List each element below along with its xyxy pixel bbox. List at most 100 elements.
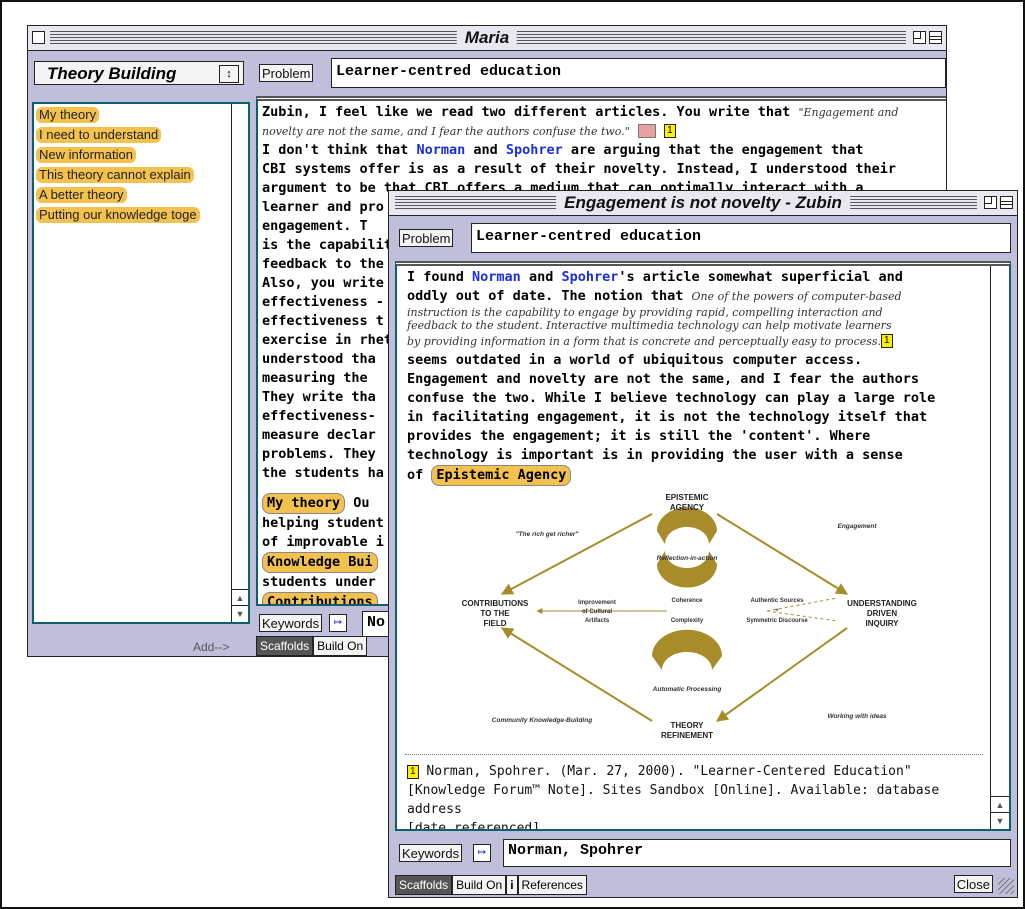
zubin-note-text: I found Norman and Spohrer's article som… <box>397 266 1009 488</box>
body-line: technology is important is in providing … <box>407 447 903 463</box>
author-link[interactable]: Norman <box>416 142 465 158</box>
diagram-note: Artifacts <box>585 618 610 624</box>
annotation-icon[interactable] <box>637 124 656 138</box>
knowledge-building-diagram: EPISTEMIC AGENCY CONTRIBUTIONS TO THE FI… <box>462 493 917 740</box>
scaffold-item[interactable]: I need to understand <box>36 126 228 146</box>
scroll-up-icon[interactable]: ▲ <box>991 796 1009 813</box>
scaffolds-tab[interactable]: Scaffolds <box>256 636 314 656</box>
zubin-tabs: Scaffolds Build On i References <box>395 875 587 895</box>
collapse-box-icon[interactable] <box>1000 196 1013 209</box>
quote-text: One of the powers of computer-based <box>691 290 902 303</box>
diagram-note: Working with ideas <box>827 713 886 720</box>
view-selector-label: Theory Building <box>47 64 177 83</box>
scaffold-scrollbar[interactable]: ▲ ▼ <box>231 104 248 622</box>
build-on-tab[interactable]: Build On <box>452 875 507 895</box>
zubin-scrollbar[interactable]: ▲ ▼ <box>990 266 1009 829</box>
diagram-note: "The rich get richer" <box>516 531 580 538</box>
reference-text: Norman, Spohrer. (Mar. 27, 2000). "Learn… <box>418 764 912 779</box>
scaffold-tag[interactable]: Epistemic Agency <box>431 465 572 486</box>
body-text: Ou <box>345 495 370 511</box>
link-icon[interactable]: ↦ <box>473 844 491 862</box>
body-line: CBI systems offer is as a result of thei… <box>262 161 896 177</box>
scaffolds-tab[interactable]: Scaffolds <box>395 875 453 895</box>
scroll-up-icon[interactable]: ▲ <box>232 589 248 606</box>
problem-button[interactable]: Problem <box>259 64 314 82</box>
body-text: and <box>465 142 506 158</box>
scaffold-item[interactable]: New information <box>36 146 228 166</box>
scaffold-item[interactable]: Putting our knowledge toge <box>36 206 228 226</box>
info-tab[interactable]: i <box>506 875 518 895</box>
scaffold-item[interactable]: My theory <box>36 106 228 126</box>
zubin-note-body: I found Norman and Spohrer's article som… <box>395 261 1011 831</box>
diagram-note: Engagement <box>837 523 877 530</box>
quote-text: feedback to the student. Interactive mul… <box>407 319 892 332</box>
add-button[interactable]: Add--> <box>193 640 229 654</box>
node-label: TO THE <box>480 609 510 618</box>
node-label: CONTRIBUTIONS <box>462 599 529 608</box>
body-line: Engagement and novelty are not the same,… <box>407 371 920 387</box>
node-label: EPISTEMIC <box>665 493 708 502</box>
reference-marker[interactable]: 1 <box>407 764 419 779</box>
problem-field[interactable]: Learner-centred education <box>471 223 1011 253</box>
quote-text: by providing information in a form that … <box>407 335 882 348</box>
keywords-field[interactable]: Norman, Spohrer <box>503 839 1011 867</box>
body-text: I don't think that <box>262 142 417 158</box>
body-line: seems outdated in a world of ubiquitous … <box>407 352 863 368</box>
diagram-note: of Cultural <box>582 609 612 615</box>
scaffold-tag[interactable]: Knowledge Bui <box>262 552 378 573</box>
scroll-down-icon[interactable]: ▼ <box>232 605 248 622</box>
zubin-titlebar[interactable]: Engagement is not novelty - Zubin <box>389 191 1017 216</box>
link-icon[interactable]: ↦ <box>329 614 347 632</box>
scaffold-list: My theory I need to understand New infor… <box>32 102 250 624</box>
author-link[interactable]: Spohrer <box>506 142 563 158</box>
scaffold-list-items: My theory I need to understand New infor… <box>36 106 228 226</box>
author-link[interactable]: Spohrer <box>561 269 618 285</box>
body-line: provides the engagement; it is still the… <box>407 428 871 444</box>
reference-marker[interactable]: 1 <box>881 334 893 348</box>
collapse-box-icon[interactable] <box>929 31 942 44</box>
author-link[interactable]: Norman <box>472 269 521 285</box>
diagram-note: Community Knowledge-Building <box>492 717 592 724</box>
body-text: are arguing that the engagement that <box>562 142 864 158</box>
scaffold-item[interactable]: This theory cannot explain <box>36 166 228 186</box>
curved-arrows <box>652 507 722 670</box>
reference-marker[interactable]: 1 <box>664 124 676 138</box>
zoom-box-icon[interactable] <box>984 196 997 209</box>
body-text: oddly out of date. The notion that <box>407 288 692 304</box>
resize-grip-icon[interactable] <box>998 878 1014 894</box>
close-box-icon[interactable] <box>32 31 45 44</box>
keywords-button[interactable]: Keywords <box>259 614 323 632</box>
scaffold-item[interactable]: A better theory <box>36 186 228 206</box>
node-label: AGENCY <box>670 503 705 512</box>
diagram-note: Symmetric Discourse <box>746 618 808 624</box>
body-line: confuse the two. While I believe technol… <box>407 390 936 406</box>
references-tab[interactable]: References <box>517 875 587 895</box>
zoom-box-icon[interactable] <box>913 31 926 44</box>
scaffold-tag[interactable]: Contributions <box>262 592 378 604</box>
diagram-note: Complexity <box>671 618 704 624</box>
node-label: FIELD <box>483 619 506 628</box>
diagram-note: Authentic Sources <box>750 598 804 604</box>
body-text: of <box>407 467 432 483</box>
node-label: UNDERSTANDING <box>847 599 917 608</box>
problem-field[interactable]: Learner-centred education <box>331 58 946 88</box>
reference-text: [Knowledge Forum™ Note]. Sites Sandbox [… <box>407 783 940 817</box>
window-title: Engagement is not novelty - Zubin <box>556 193 850 213</box>
body-text: and <box>520 269 562 285</box>
diagram-note: Reflection-in-action <box>657 555 718 562</box>
view-selector[interactable]: Theory Building ↕ <box>34 61 244 85</box>
scaffold-tag[interactable]: My theory <box>262 493 346 514</box>
maria-tabs: Scaffolds Build On <box>256 636 368 656</box>
body-text: I found <box>407 269 473 285</box>
scroll-down-icon[interactable]: ▼ <box>991 812 1009 829</box>
keywords-button[interactable]: Keywords <box>399 844 463 862</box>
build-on-tab[interactable]: Build On <box>313 636 368 656</box>
body-text: Zubin, I feel like we read two different… <box>262 104 799 120</box>
close-button[interactable]: Close <box>953 875 993 893</box>
zubin-window: Engagement is not novelty - Zubin Proble… <box>388 190 1018 898</box>
window-title: Maria <box>456 28 518 48</box>
problem-button[interactable]: Problem <box>399 229 454 247</box>
reference-divider <box>405 754 983 755</box>
maria-titlebar[interactable]: Maria <box>28 26 946 51</box>
body-text: 's article somewhat superficial and <box>618 269 903 285</box>
